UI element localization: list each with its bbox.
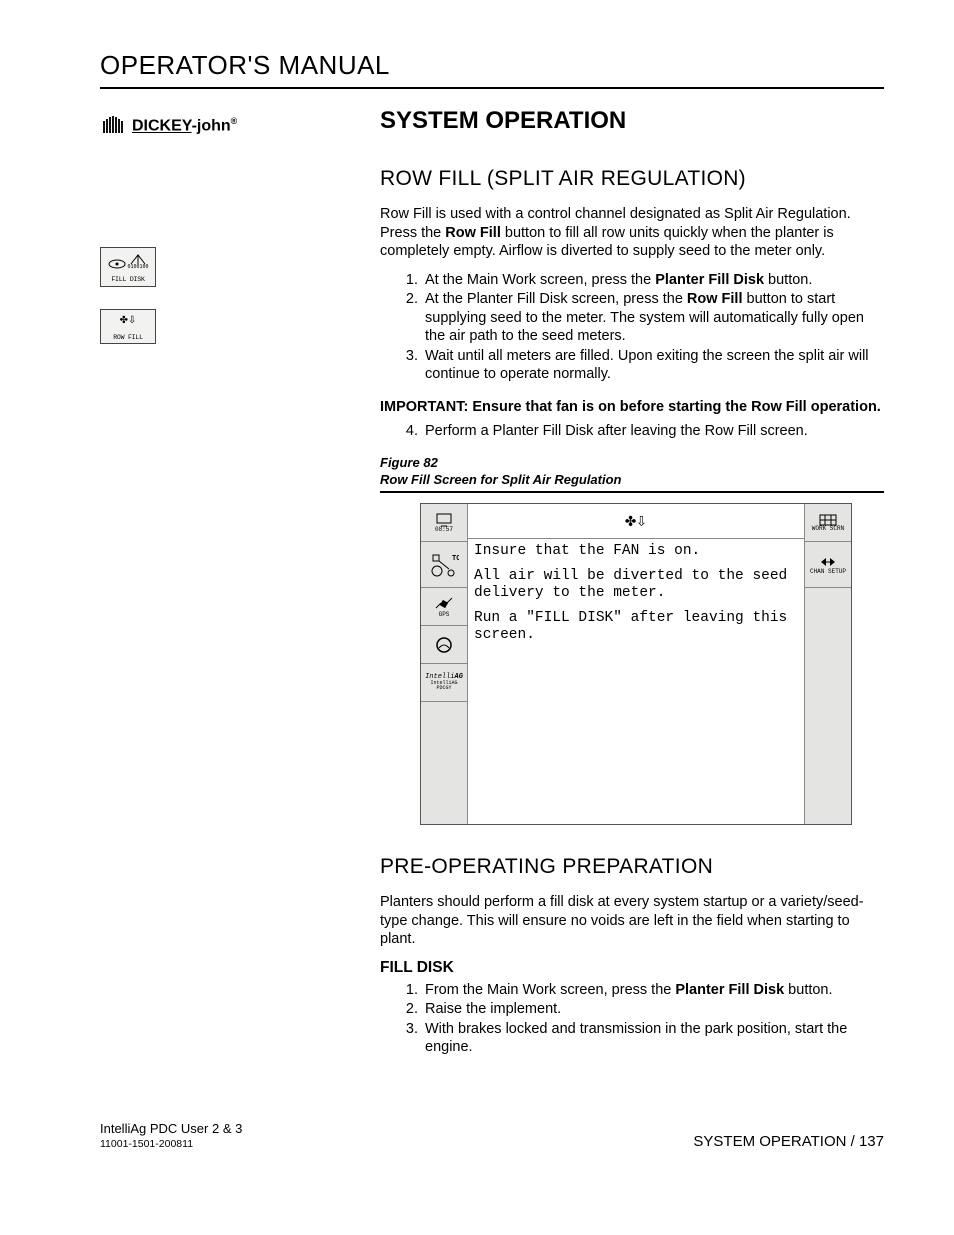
list-item: With brakes locked and transmission in t… (422, 1020, 884, 1057)
figure-caption: Row Fill Screen for Split Air Regulation (380, 472, 884, 493)
screenshot-center: ✤⇩ Insure that the FAN is on.All air wil… (468, 504, 804, 824)
screenshot-body-text: Insure that the FAN is on.All air will b… (468, 539, 804, 824)
svg-text:TC: TC (452, 555, 459, 563)
ss-btn-chan-setup: CHAN SETUP (805, 542, 851, 588)
ss-btn-clock: 08:57 (421, 504, 467, 542)
svg-text:0100100: 0100100 (127, 264, 148, 270)
row-fill-intro: Row Fill is used with a control channel … (380, 205, 884, 261)
brand-logo: DICKEY-john® (100, 115, 280, 137)
gauge-icon (433, 636, 455, 654)
ss-btn-gauge (421, 626, 467, 664)
grid-icon (819, 514, 837, 526)
satellite-icon (433, 596, 455, 612)
fill-disk-steps: From the Main Work screen, press the Pla… (380, 981, 884, 1057)
row-fill-icon: ✤⇩ (105, 314, 151, 328)
monitor-icon (434, 513, 454, 527)
preop-heading: PRE-OPERATING PREPARATION (380, 855, 884, 879)
tractor-icon: TC (429, 553, 459, 577)
footer-page-ref: SYSTEM OPERATION / 137 (693, 1133, 884, 1150)
important-note: IMPORTANT: Ensure that fan is on before … (380, 398, 884, 417)
row-fill-heading: ROW FILL (SPLIT AIR REGULATION) (380, 167, 884, 191)
screenshot-right-bar: WORK SCRN CHAN SETUP (804, 504, 851, 824)
preop-intro: Planters should perform a fill disk at e… (380, 893, 884, 949)
list-item: Wait until all meters are filled. Upon e… (422, 347, 884, 384)
valve-icon (818, 555, 838, 569)
row-fill-header-icon: ✤⇩ (625, 510, 647, 532)
page-footer: IntelliAg PDC User 2 & 3 11001-1501-2008… (100, 1121, 884, 1150)
figure-number: Figure 82 (380, 455, 884, 470)
section-title: SYSTEM OPERATION (380, 107, 884, 135)
ss-btn-tc: TC (421, 542, 467, 588)
ss-btn-intelliag: IntelliAG IntelliAG PDCGY (421, 664, 467, 702)
list-item: At the Planter Fill Disk screen, press t… (422, 290, 884, 346)
svg-text:✤⇩: ✤⇩ (120, 315, 137, 326)
row-fill-steps-cont: Perform a Planter Fill Disk after leavin… (380, 422, 884, 441)
ss-btn-work-scrn: WORK SCRN (805, 504, 851, 542)
list-item: Perform a Planter Fill Disk after leavin… (422, 422, 884, 441)
screenshot-header: ✤⇩ (468, 504, 804, 539)
header-rule (100, 87, 884, 89)
list-item: Raise the implement. (422, 1000, 884, 1019)
ss-btn-gps: GPS (421, 588, 467, 626)
list-item: At the Main Work screen, press the Plant… (422, 271, 884, 290)
page-header-title: OPERATOR'S MANUAL (100, 50, 884, 81)
brand-text: DICKEY-john® (132, 116, 237, 135)
brand-logo-icon (100, 115, 126, 137)
fill-disk-icon: 0100100 (105, 252, 151, 270)
screenshot-left-bar: 08:57 TC (421, 504, 468, 824)
footer-docnum: 11001-1501-200811 (100, 1138, 242, 1150)
fill-disk-button-illustration: 0100100 FILL DISK (100, 247, 156, 287)
list-item: From the Main Work screen, press the Pla… (422, 981, 884, 1000)
fill-disk-heading: FILL DISK (380, 959, 884, 977)
footer-product: IntelliAg PDC User 2 & 3 (100, 1121, 242, 1136)
row-fill-steps: At the Main Work screen, press the Plant… (380, 271, 884, 384)
row-fill-button-illustration: ✤⇩ ROW FILL (100, 309, 156, 345)
figure-screenshot: 08:57 TC (420, 503, 852, 825)
